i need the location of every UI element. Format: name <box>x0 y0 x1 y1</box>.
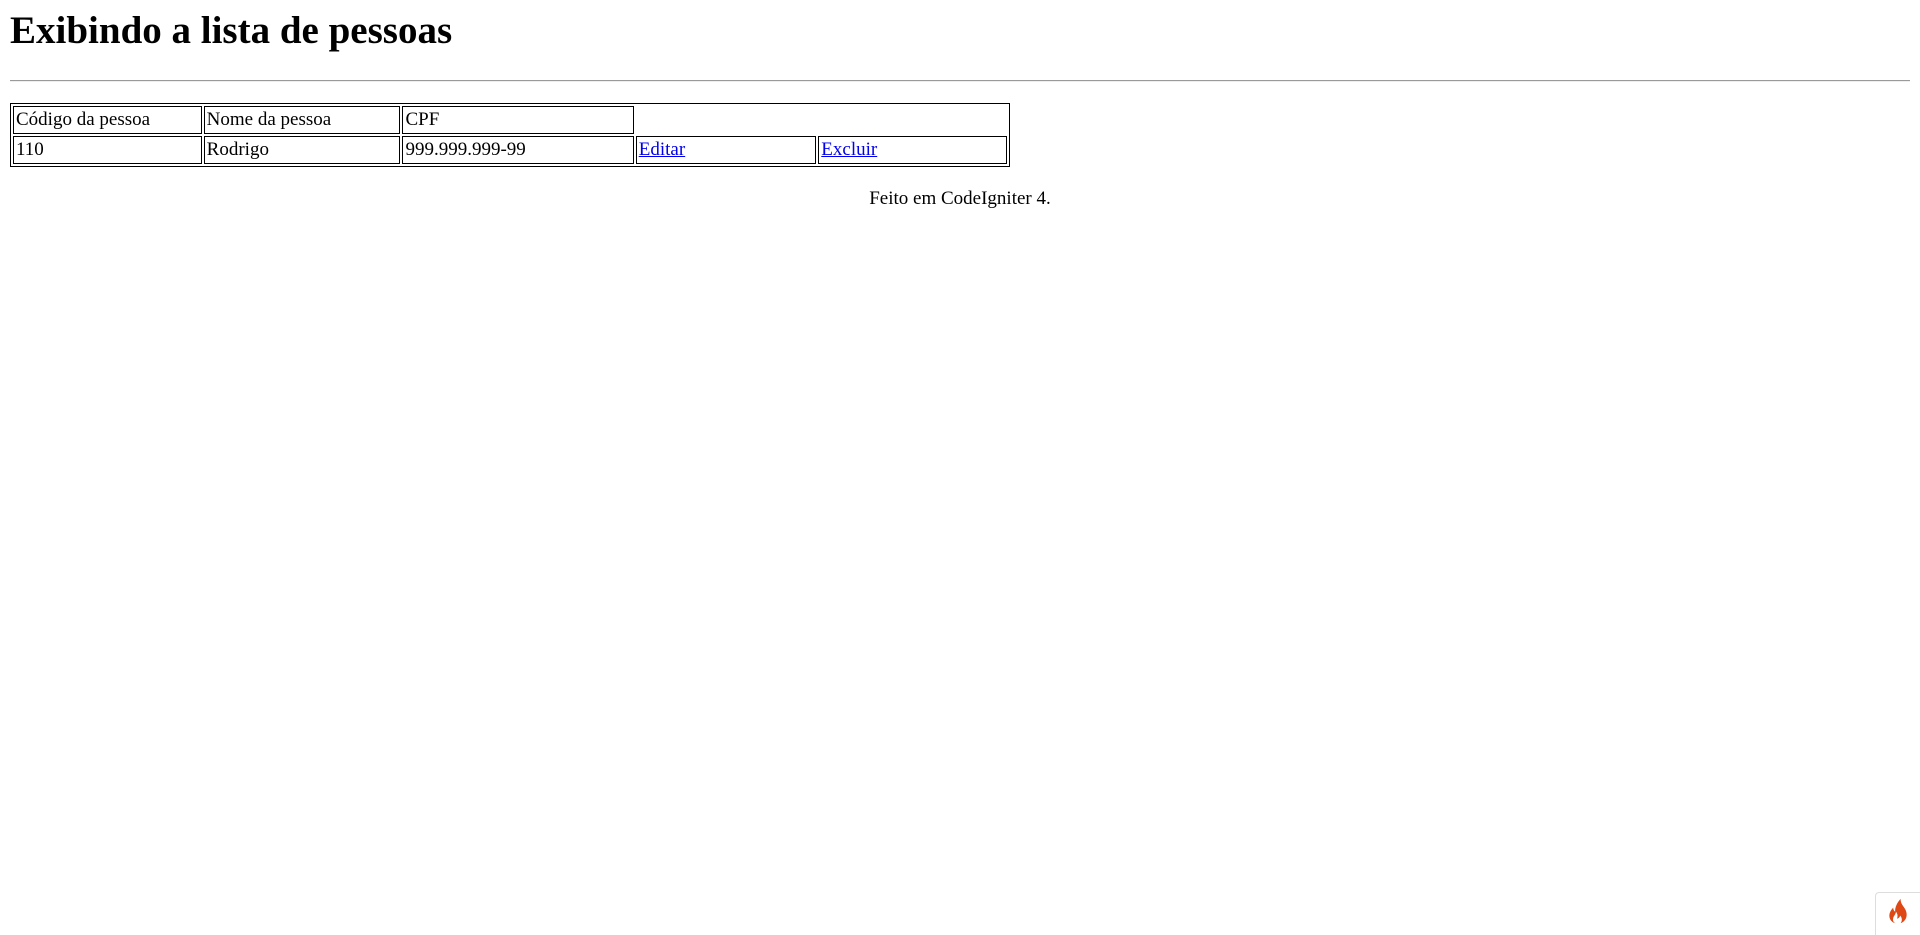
header-cpf: CPF <box>402 106 634 134</box>
table-header-row: Código da pessoa Nome da pessoa CPF <box>13 106 1007 134</box>
debug-toolbar-button[interactable] <box>1875 892 1920 935</box>
page-content: Exibindo a lista de pessoas Código da pe… <box>0 0 1920 211</box>
header-nome: Nome da pessoa <box>203 106 401 134</box>
delete-link[interactable]: Excluir <box>821 139 877 160</box>
cell-nome: Rodrigo <box>203 136 401 164</box>
codeigniter-flame-icon <box>1888 898 1908 930</box>
divider <box>10 80 1910 82</box>
cell-edit: Editar <box>635 136 817 164</box>
cell-codigo: 110 <box>13 136 202 164</box>
table-row: 110 Rodrigo 999.999.999-99 Editar Exclui… <box>13 136 1007 164</box>
edit-link[interactable]: Editar <box>639 139 685 160</box>
cell-cpf: 999.999.999-99 <box>402 136 634 164</box>
header-codigo: Código da pessoa <box>13 106 202 134</box>
page-title: Exibindo a lista de pessoas <box>10 9 453 52</box>
header-actions-spacer <box>636 106 1007 134</box>
people-table: Código da pessoa Nome da pessoa CPF 110 … <box>10 103 1010 167</box>
footer-text: Feito em CodeIgniter 4. <box>869 188 1051 209</box>
cell-delete: Excluir <box>818 136 1007 164</box>
